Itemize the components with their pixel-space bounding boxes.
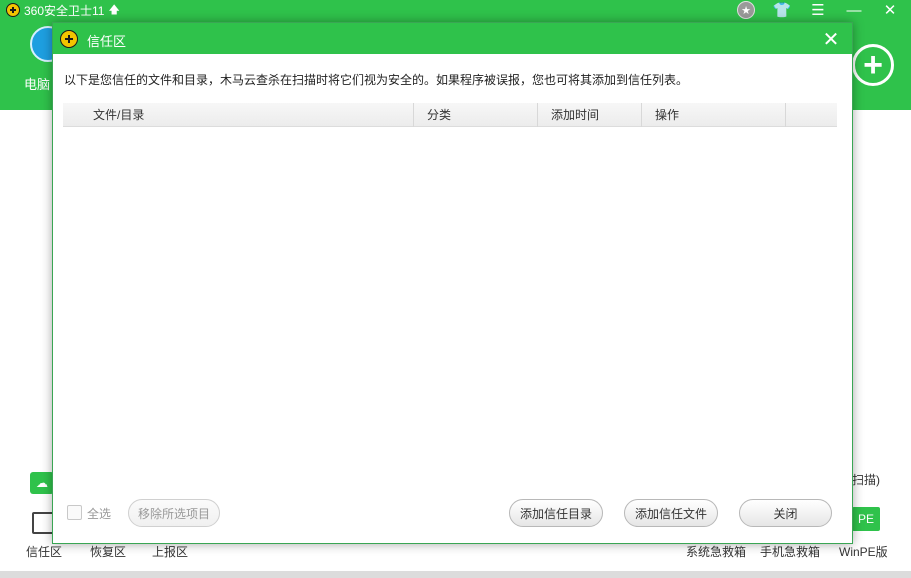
dialog-logo-icon — [60, 30, 78, 48]
dialog-close-button[interactable]: ✕ — [820, 28, 842, 51]
upgrade-arrow-icon[interactable]: 🡅 — [108, 1, 119, 20]
skin-button[interactable]: 👕 — [771, 0, 793, 20]
trust-table-header: 文件/目录 分类 添加时间 操作 — [63, 103, 837, 127]
main-footer-strip — [0, 571, 911, 578]
column-header-path[interactable]: 文件/目录 — [93, 103, 144, 127]
link-winpe[interactable]: WinPE版 — [839, 543, 888, 560]
dialog-close-action-button[interactable]: 关闭 — [739, 499, 832, 527]
select-all-checkbox[interactable] — [67, 505, 82, 520]
cloud-icon[interactable]: ☁ — [30, 472, 54, 494]
app-title-group: 360安全卫士11 🡅 — [6, 2, 120, 18]
trust-table-body[interactable] — [63, 127, 837, 487]
close-icon: ✕ — [822, 28, 840, 51]
app-logo-icon — [6, 3, 20, 17]
bottom-links: 信任区 恢复区 上报区 系统急救箱 手机急救箱 WinPE版 — [0, 543, 911, 561]
minimize-button[interactable]: — — [843, 0, 865, 20]
select-all-label[interactable]: 全选 — [87, 505, 111, 522]
column-divider[interactable] — [537, 103, 538, 127]
trust-zone-dialog: 信任区 ✕ 以下是您信任的文件和目录，木马云查杀在扫描时将它们视为安全的。如果程… — [52, 22, 853, 544]
column-divider[interactable] — [641, 103, 642, 127]
column-header-added-time[interactable]: 添加时间 — [551, 103, 599, 127]
more-tools-plus-icon[interactable]: + — [852, 44, 894, 86]
link-trust-zone[interactable]: 信任区 — [26, 543, 62, 560]
link-report-zone[interactable]: 上报区 — [152, 543, 188, 560]
star-icon: ★ — [737, 1, 755, 19]
trust-zone-icon[interactable] — [32, 512, 54, 534]
link-restore-zone[interactable]: 恢复区 — [90, 543, 126, 560]
app-title: 360安全卫士11 — [24, 3, 105, 18]
pc-checkup-label[interactable]: 电脑 — [24, 74, 50, 93]
column-header-category[interactable]: 分类 — [427, 103, 451, 127]
dialog-description: 以下是您信任的文件和目录，木马云查杀在扫描时将它们视为安全的。如果程序被误报，您… — [64, 73, 689, 87]
menu-button[interactable]: ☰ — [807, 0, 829, 20]
column-header-actions[interactable]: 操作 — [655, 103, 679, 127]
remove-selected-button[interactable]: 移除所选项目 — [128, 499, 220, 527]
link-phone-rescue[interactable]: 手机急救箱 — [760, 543, 820, 560]
favorites-button[interactable]: ★ — [735, 0, 757, 20]
add-trust-file-button[interactable]: 添加信任文件 — [624, 499, 718, 527]
menu-icon: ☰ — [811, 2, 825, 19]
minimize-icon: — — [846, 1, 862, 19]
close-icon: ✕ — [883, 2, 897, 19]
tshirt-icon: 👕 — [772, 2, 792, 19]
winpe-badge[interactable]: PE — [852, 507, 880, 531]
dialog-titlebar: 信任区 ✕ — [53, 23, 852, 54]
add-trust-directory-button[interactable]: 添加信任目录 — [509, 499, 603, 527]
dialog-title: 信任区 — [87, 34, 127, 49]
main-close-button[interactable]: ✕ — [879, 0, 901, 20]
column-divider[interactable] — [785, 103, 786, 127]
dialog-logo — [60, 30, 78, 48]
scan-text: 扫描) — [852, 473, 880, 487]
window-controls: ★ 👕 ☰ — ✕ — [735, 0, 901, 20]
column-divider[interactable] — [413, 103, 414, 127]
dialog-footer: 全选 移除所选项目 添加信任目录 添加信任文件 关闭 — [53, 497, 852, 537]
link-system-rescue[interactable]: 系统急救箱 — [686, 543, 746, 560]
